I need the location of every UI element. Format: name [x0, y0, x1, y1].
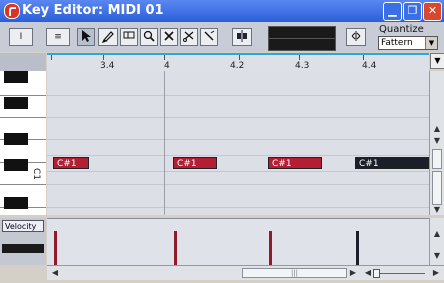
scroll-down-icon[interactable]: ▼	[431, 250, 443, 261]
solo-button[interactable]: I	[9, 28, 33, 46]
zoom-out-icon[interactable]: ◀	[363, 267, 373, 279]
zoom-slider-thumb[interactable]	[373, 269, 380, 278]
glue-icon	[204, 30, 215, 41]
black-key[interactable]	[4, 133, 28, 145]
glue-tool-button[interactable]	[200, 28, 218, 46]
scroll-left-icon[interactable]: ◀	[49, 267, 61, 279]
black-key[interactable]	[4, 159, 28, 171]
info-line-button[interactable]: ≡	[46, 28, 70, 46]
key-editor-window: Key Editor: MIDI 01 ▁ ❐ ✕ I ≡ Quantize F…	[0, 0, 444, 283]
title-bar: Key Editor: MIDI 01 ▁ ❐ ✕	[0, 0, 444, 22]
scroll-up-icon[interactable]: ▲	[431, 228, 443, 239]
velocity-bar[interactable]	[356, 231, 359, 265]
controller-lane[interactable]	[47, 218, 429, 265]
window-title: Key Editor: MIDI 01	[22, 3, 164, 18]
black-key[interactable]	[4, 197, 28, 209]
controller-scrollbar[interactable]: ▲ ▼	[429, 218, 444, 265]
ruler-label: 3.4	[100, 61, 115, 71]
arrow-icon	[82, 30, 91, 42]
horizontal-zoom[interactable]: ◀ ▶	[361, 265, 444, 280]
chevron-down-icon: ▼	[425, 37, 437, 49]
ruler-label: 4.3	[295, 61, 310, 71]
snap-button[interactable]	[346, 28, 366, 46]
mute-x-icon	[164, 31, 174, 41]
ruler-label: 4.2	[230, 61, 245, 71]
ruler-label: 4	[164, 61, 170, 71]
horizontal-scrollbar[interactable]: ◀ ||| ▶	[47, 265, 361, 280]
controller-header: Velocity	[0, 218, 46, 265]
maximize-button[interactable]: ❐	[403, 2, 422, 21]
controller-label: Velocity	[5, 222, 37, 231]
pencil-tool-button[interactable]	[98, 28, 118, 46]
quantize-value: Fattern	[381, 38, 413, 48]
scissors-icon	[183, 31, 194, 42]
eraser-icon	[123, 31, 135, 39]
ruler-menu-button[interactable]: ▼	[430, 53, 444, 69]
controller-value-bar	[2, 244, 44, 253]
autoscroll-button[interactable]	[232, 28, 252, 46]
minimize-button[interactable]: ▁	[383, 2, 402, 21]
scroll-down-icon[interactable]: ▼	[431, 204, 443, 215]
horizontal-scroll-thumb[interactable]: |||	[242, 268, 347, 278]
zoom-track	[375, 273, 425, 274]
velocity-bar[interactable]	[54, 231, 57, 265]
midi-note[interactable]: C#1	[268, 157, 322, 169]
autoscroll-icon	[237, 30, 247, 42]
scroll-up-icon[interactable]: ▲	[431, 123, 443, 134]
octave-label: C1	[31, 167, 42, 181]
midi-note[interactable]: C#1	[173, 157, 217, 169]
scroll-down-icon[interactable]: ▼	[431, 135, 443, 146]
time-ruler[interactable]: 3.4 4 4.2 4.3 4.4	[47, 53, 429, 71]
app-icon	[4, 3, 20, 19]
quantize-select[interactable]: Fattern ▼	[378, 36, 438, 50]
black-key[interactable]	[4, 97, 28, 109]
velocity-bar[interactable]	[269, 231, 272, 265]
pencil-icon	[101, 31, 114, 44]
snap-icon	[351, 31, 361, 41]
arrow-tool-button[interactable]	[77, 28, 95, 46]
close-button[interactable]: ✕	[423, 2, 442, 21]
piano-keyboard[interactable]: C1	[0, 71, 46, 215]
split-tool-button[interactable]	[180, 28, 198, 46]
velocity-bar[interactable]	[174, 231, 177, 265]
toolbar: I ≡ Quantize Fattern ▼	[0, 22, 444, 52]
note-grid[interactable]: C#1 C#1 C#1 C#1	[47, 71, 429, 215]
vertical-scrollbar[interactable]: ▲ ▼ ▼	[429, 71, 444, 215]
ruler-corner	[0, 53, 46, 71]
zoom-tool-button[interactable]	[140, 28, 158, 46]
midi-note[interactable]: C#1	[53, 157, 89, 169]
vertical-zoom-thumb[interactable]	[432, 171, 442, 205]
controller-select[interactable]: Velocity	[2, 220, 44, 232]
ruler-label: 4.4	[362, 61, 377, 71]
mute-tool-button[interactable]	[160, 28, 178, 46]
zoom-in-icon[interactable]: ▶	[431, 267, 441, 279]
black-key[interactable]	[4, 71, 28, 83]
quantize-label: Quantize	[379, 24, 424, 35]
midi-note-selected[interactable]: C#1	[355, 157, 429, 169]
eraser-tool-button[interactable]	[120, 28, 138, 46]
magnifier-icon	[143, 30, 155, 42]
pitch-display	[268, 38, 336, 51]
vertical-scroll-thumb[interactable]	[432, 149, 442, 169]
scroll-right-icon[interactable]: ▶	[347, 267, 359, 279]
